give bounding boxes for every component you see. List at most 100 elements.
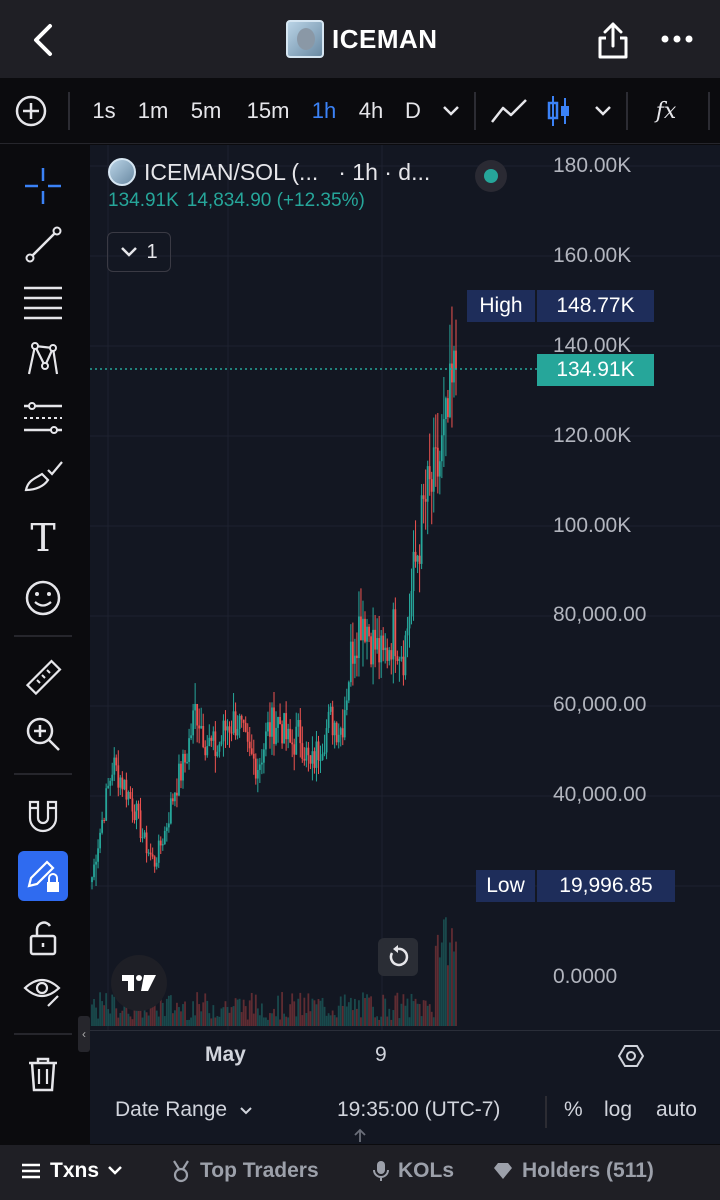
candle-body [182, 753, 184, 781]
candle-body [109, 780, 112, 786]
volume-bar [335, 1017, 338, 1026]
zoom-tool[interactable] [20, 711, 66, 757]
candle-body [210, 737, 213, 741]
candle-body [141, 837, 144, 839]
candle-body [196, 704, 199, 726]
tab-txns[interactable]: Txns [20, 1159, 123, 1183]
volume-bar [414, 998, 417, 1026]
interval-1h[interactable]: 1h [308, 92, 340, 130]
candle-body [190, 735, 192, 739]
date-range-button[interactable]: Date Range [115, 1098, 253, 1122]
candlestick-button[interactable] [544, 92, 574, 130]
volume-bar [451, 928, 453, 1026]
candle-body [285, 713, 288, 740]
live-status-indicator[interactable] [475, 160, 507, 192]
time-zone-button[interactable]: 19:35:00 (UTC-7) [337, 1098, 500, 1122]
interval-d[interactable]: D [402, 92, 424, 130]
ruler-tool[interactable] [20, 655, 66, 701]
candle-body [216, 751, 219, 757]
reset-chart-button[interactable] [378, 938, 418, 976]
interval-5m[interactable]: 5m [186, 92, 226, 130]
remove-drawings-tool[interactable] [20, 1051, 66, 1097]
pattern-tool[interactable] [20, 337, 66, 383]
volume-bar [258, 1015, 261, 1026]
tab-kols[interactable]: KOLs [372, 1159, 454, 1183]
volume-bar [289, 1004, 292, 1026]
log-scale-toggle[interactable]: log [604, 1098, 632, 1122]
volume-bar [127, 1013, 130, 1026]
volume-bar [232, 1006, 235, 1026]
token-title: ICEMAN [286, 20, 438, 58]
candle-body [416, 555, 419, 562]
share-button[interactable] [596, 22, 630, 60]
collapse-toolbar-button[interactable]: ‹ [78, 1016, 90, 1052]
back-button[interactable] [24, 20, 64, 60]
low-value-tag: 19,996.85 [537, 870, 675, 902]
candle-body [107, 785, 110, 789]
lock-tool[interactable] [20, 915, 66, 961]
tab-top-traders[interactable]: Top Traders [170, 1159, 319, 1183]
candle-body [360, 616, 362, 641]
interval-1m[interactable]: 1m [134, 92, 172, 130]
collapse-legend-button[interactable]: 1 [107, 232, 171, 272]
line-chart-icon [491, 99, 527, 123]
candle-body [327, 711, 330, 729]
volume-bar [402, 994, 405, 1026]
volume-bar [430, 1011, 433, 1026]
interval-15m[interactable]: 15m [242, 92, 294, 130]
volume-bar [349, 997, 352, 1026]
volume-bar [206, 1000, 209, 1026]
projection-tool[interactable] [20, 395, 66, 441]
more-button[interactable] [660, 24, 694, 54]
chart-type-dropdown[interactable] [590, 92, 616, 130]
crosshair-tool[interactable] [20, 163, 66, 209]
volume-bar [382, 994, 385, 1026]
interval-dropdown[interactable] [438, 92, 464, 130]
interval-4h[interactable]: 4h [354, 92, 388, 130]
brush-tool[interactable] [20, 453, 66, 499]
volume-bar [186, 1019, 188, 1026]
volume-bar [339, 996, 342, 1026]
volume-bar [396, 992, 399, 1026]
visibility-tool[interactable] [20, 967, 66, 1013]
auto-scale-toggle[interactable]: auto [656, 1098, 697, 1122]
candle-body [260, 762, 263, 765]
text-tool[interactable]: T [20, 515, 66, 561]
fib-tool[interactable] [20, 279, 66, 325]
line-chart-button[interactable] [488, 92, 530, 130]
magnet-tool[interactable] [20, 793, 66, 839]
tab-label: Top Traders [200, 1159, 319, 1182]
tradingview-logo[interactable] [111, 955, 167, 1011]
candle-body [374, 629, 377, 650]
plus-circle-icon [15, 95, 47, 127]
volume-bar [384, 998, 387, 1026]
ruler-icon [25, 659, 62, 696]
candle-body [347, 682, 350, 701]
trend-line-tool[interactable] [20, 221, 66, 267]
candle-body [176, 792, 178, 796]
volume-bar [192, 1001, 195, 1026]
volume-bar [380, 1016, 383, 1026]
refresh-icon [389, 945, 409, 967]
volume-bar [174, 1010, 176, 1026]
rail-divider [14, 773, 72, 775]
volume-bar [351, 1010, 354, 1026]
candle-body [234, 711, 237, 736]
time-axis[interactable]: May 9 [90, 1030, 720, 1082]
candle-body [127, 791, 130, 800]
stay-in-drawing-mode-tool[interactable] [18, 851, 68, 901]
settings-hexagon-icon[interactable] [618, 1043, 644, 1069]
percent-scale-toggle[interactable]: % [564, 1098, 583, 1122]
add-symbol-button[interactable] [12, 92, 50, 130]
candle-body [376, 638, 379, 650]
tab-holders[interactable]: Holders (511) [492, 1159, 654, 1183]
volume-bar [216, 1015, 219, 1026]
candle-body [335, 722, 338, 743]
emoji-tool[interactable] [20, 575, 66, 621]
volume-bar [364, 997, 366, 1026]
candle-body [129, 791, 132, 799]
indicators-button[interactable]: fx [648, 92, 684, 130]
volume-bar [121, 1010, 124, 1026]
candle-body [400, 656, 403, 659]
interval-1s[interactable]: 1s [86, 92, 122, 130]
